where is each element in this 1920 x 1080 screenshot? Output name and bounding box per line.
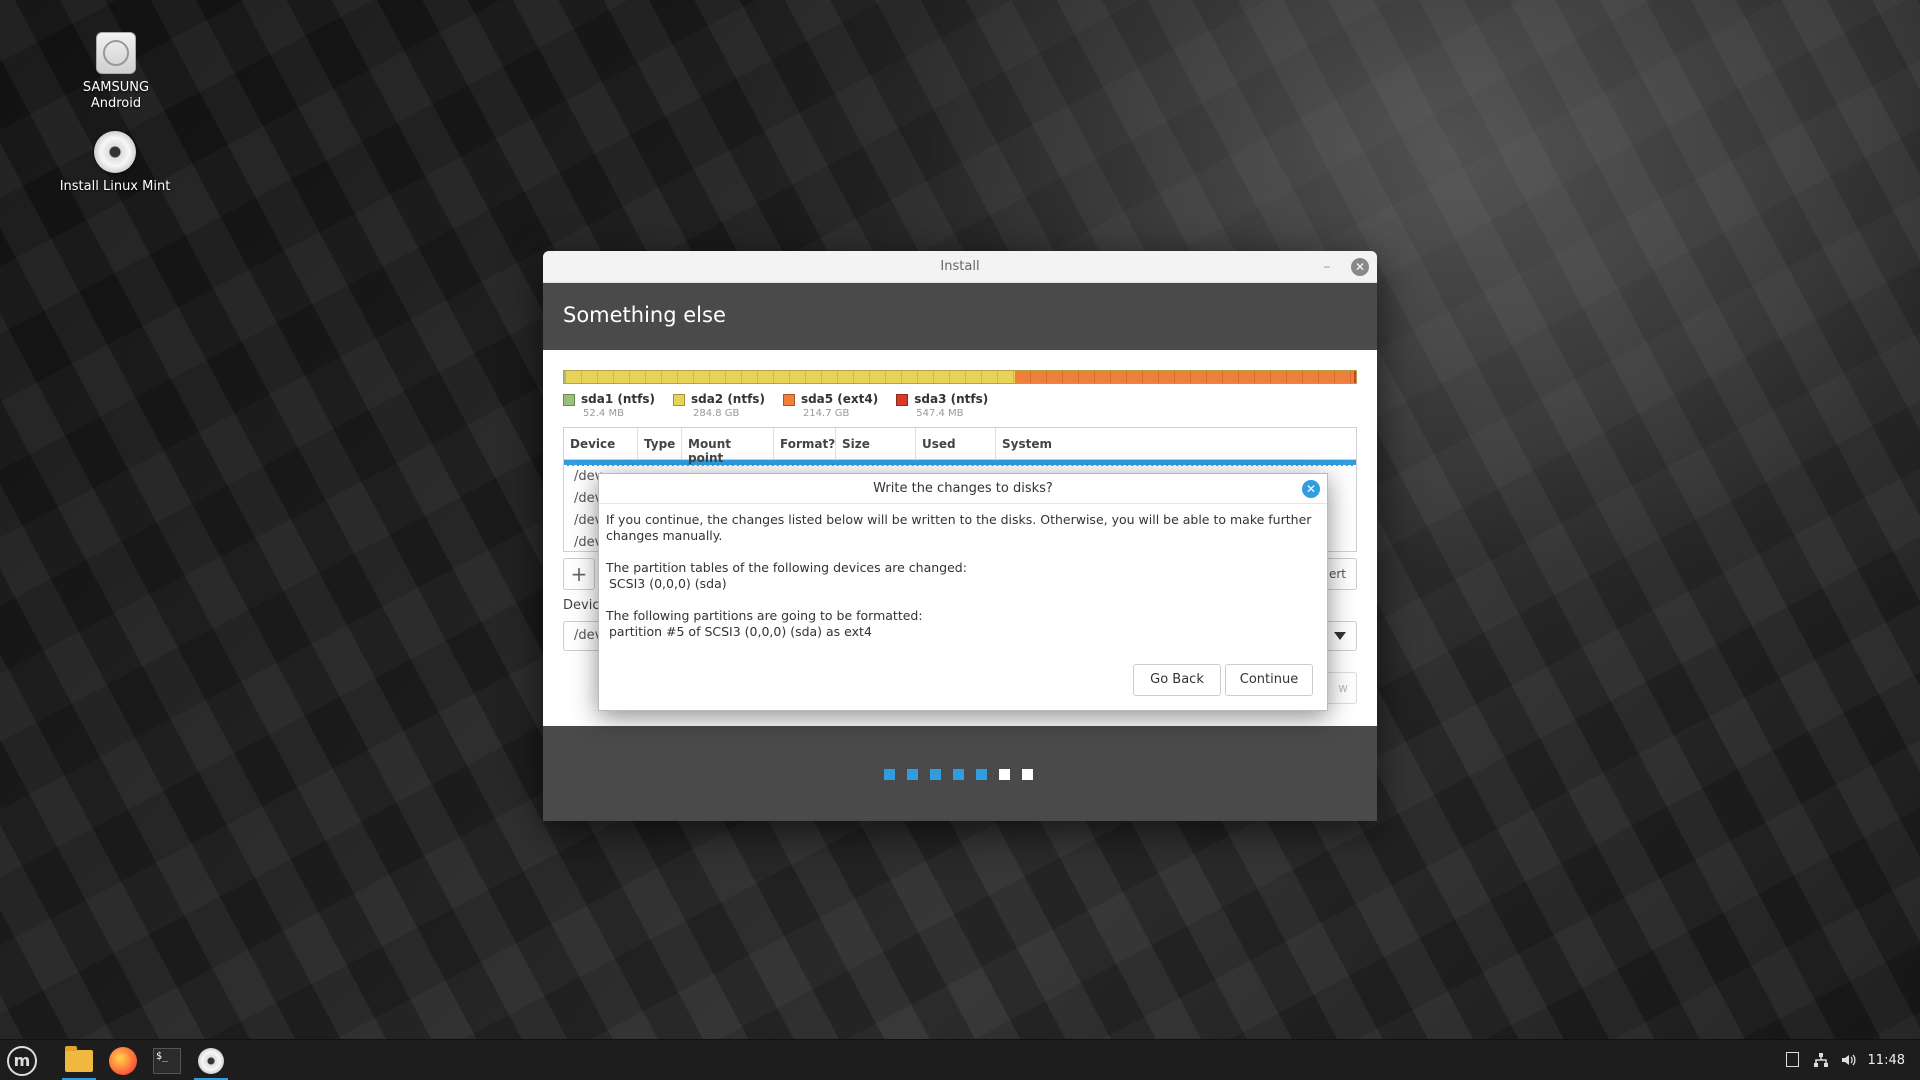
legend-item-sda1: sda1 (ntfs) 52.4 MB [563, 392, 655, 419]
partition-segment [1354, 371, 1356, 383]
chevron-down-icon [1334, 632, 1346, 640]
desktop-icon-label: Install Linux Mint [59, 179, 171, 194]
dialog-body: If you continue, the changes listed belo… [599, 504, 1327, 648]
firefox-launcher[interactable] [103, 1040, 143, 1080]
terminal-icon: $_ [153, 1047, 181, 1074]
firefox-icon [109, 1046, 137, 1075]
legend-item-sda3: sda3 (ntfs) 547.4 MB [896, 392, 988, 419]
legend-name: sda1 (ntfs) [581, 392, 655, 406]
progress-step-done [907, 769, 918, 780]
legend-item-sda2: sda2 (ntfs) 284.8 GB [672, 392, 765, 419]
linux-mint-logo-icon: m [7, 1045, 37, 1076]
legend-name: sda5 (ext4) [800, 392, 879, 406]
progress-step-pending [999, 769, 1010, 780]
partition-bar [563, 370, 1357, 384]
disc-icon [94, 131, 136, 173]
progress-step-done [976, 769, 987, 780]
volume-icon[interactable] [1840, 1052, 1856, 1068]
column-header-mount-point[interactable]: Mount point [682, 428, 774, 465]
dialog-title: Write the changes to disks? [599, 474, 1327, 504]
window-title: Install [940, 259, 980, 274]
column-header-type[interactable]: Type [638, 428, 682, 459]
partition-legend: sda1 (ntfs) 52.4 MB sda2 (ntfs) 284.8 GB… [563, 392, 988, 419]
dialog-intro: If you continue, the changes listed belo… [606, 512, 1312, 543]
window-titlebar[interactable]: Install – ✕ [543, 251, 1377, 283]
column-header-size[interactable]: Size [836, 428, 916, 459]
partition-segment [1015, 371, 1355, 383]
partition-segment [565, 371, 1016, 383]
disc-icon [198, 1047, 224, 1074]
desktop-icon-install-linux-mint[interactable]: Install Linux Mint [55, 131, 175, 195]
legend-swatch [782, 394, 795, 406]
terminal-launcher[interactable]: $_ [147, 1040, 187, 1080]
legend-name: sda3 (ntfs) [914, 392, 989, 406]
legend-size: 52.4 MB [583, 408, 624, 419]
legend-size: 547.4 MB [916, 408, 964, 419]
dialog-tables-device: SCSI3 (0,0,0) (sda) [609, 576, 727, 591]
progress-step-done [930, 769, 941, 780]
network-icon[interactable] [1813, 1052, 1829, 1068]
column-header-used[interactable]: Used [916, 428, 996, 459]
dialog-tables-heading: The partition tables of the following de… [606, 560, 967, 575]
column-header-format[interactable]: Format? [774, 428, 836, 459]
legend-swatch [896, 394, 909, 406]
go-back-button[interactable]: Go Back [1133, 664, 1221, 696]
legend-size: 284.8 GB [692, 408, 740, 419]
column-header-system[interactable]: System [996, 428, 1356, 459]
progress-footer [543, 726, 1377, 821]
legend-name: sda2 (ntfs) [690, 392, 765, 406]
minimize-button[interactable]: – [1317, 251, 1337, 283]
window-close-button[interactable]: ✕ [1351, 258, 1369, 276]
dialog-format-heading: The following partitions are going to be… [606, 608, 923, 623]
table-header: Device Type Mount point Format? Size Use… [564, 428, 1356, 465]
continue-button[interactable]: Continue [1225, 664, 1313, 696]
progress-step-done [953, 769, 964, 780]
write-changes-dialog: Write the changes to disks? ✕ If you con… [598, 473, 1328, 711]
progress-step-done [884, 769, 895, 780]
installer-task[interactable] [191, 1040, 231, 1080]
usb-drive-icon [96, 32, 136, 74]
page-title: Something else [543, 283, 1377, 350]
legend-swatch [563, 394, 575, 406]
dialog-close-icon[interactable]: ✕ [1302, 480, 1320, 498]
desktop-icon-label-2: Android [90, 96, 142, 111]
files-launcher[interactable] [59, 1040, 99, 1080]
add-partition-button[interactable]: + [563, 558, 595, 590]
desktop-icon-samsung-android[interactable]: SAMSUNG Android [56, 32, 176, 112]
clock[interactable]: 11:48 [1868, 1040, 1905, 1080]
taskbar: m $_ 11:48 [0, 1039, 1920, 1080]
legend-item-sda5: sda5 (ext4) 214.7 GB [782, 392, 879, 419]
dialog-format-item: partition #5 of SCSI3 (0,0,0) (sda) as e… [609, 624, 872, 639]
folder-icon [65, 1045, 93, 1072]
legend-size: 214.7 GB [802, 408, 850, 419]
menu-button[interactable]: m [2, 1040, 42, 1080]
notes-icon[interactable] [1786, 1052, 1799, 1067]
legend-swatch [672, 394, 685, 406]
desktop-icon-label: SAMSUNG [82, 80, 150, 95]
progress-step-pending [1022, 769, 1033, 780]
progress-steps [884, 769, 1033, 780]
column-header-device[interactable]: Device [564, 428, 638, 459]
